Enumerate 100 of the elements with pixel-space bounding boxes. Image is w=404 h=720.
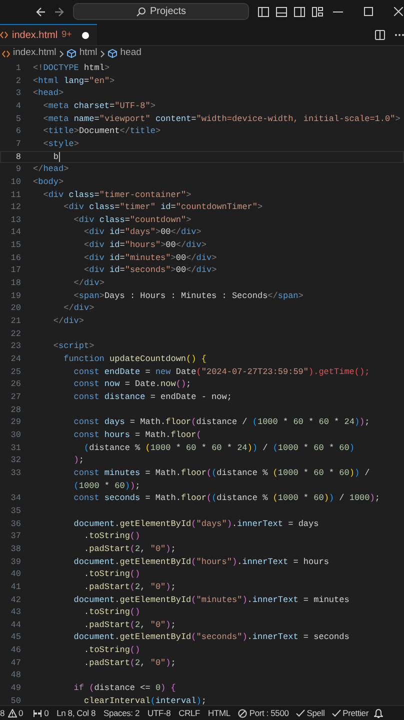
breadcrumb-item[interactable]: html	[79, 46, 98, 61]
line-number: 19	[10, 290, 21, 301]
line-number: 35	[10, 506, 21, 516]
code-line: .toString()	[83, 606, 140, 619]
maximize-icon[interactable]	[364, 7, 373, 16]
line-number: 33	[10, 468, 21, 478]
status-item[interactable]: 8	[0, 706, 5, 720]
line-number: 45	[10, 632, 21, 642]
code-line: (distance % (1000 * 60 * 60 * 24)) / (1000 * 60 * 60)	[83, 442, 354, 454]
code-line: clearInterval(interval);	[83, 694, 206, 705]
line-number: 47	[10, 658, 21, 668]
line-number: 37	[10, 531, 21, 542]
status-item[interactable]: Spaces: 2	[104, 706, 140, 720]
line-number: 46	[10, 645, 21, 656]
line-number: 29	[10, 417, 21, 428]
line-number: 13	[10, 214, 21, 225]
line-number: 44	[10, 620, 21, 630]
status-item[interactable]: Port : 5500	[249, 706, 289, 720]
line-number: 24	[10, 354, 21, 364]
status-item[interactable]: 0	[18, 706, 24, 720]
line-number: 1	[16, 62, 21, 73]
code-line: <!DOCTYPE html>	[33, 62, 110, 75]
line-number: 21	[10, 316, 21, 326]
code-line: document.getElementById("seconds").innerText = seconds	[72, 631, 350, 644]
chevron-icon	[100, 50, 106, 58]
code-line: </div>	[72, 277, 104, 290]
status-item[interactable]: 0	[44, 706, 49, 720]
line-number: 5	[16, 114, 21, 124]
line-number: 8	[16, 152, 21, 162]
line-number: 23	[10, 341, 21, 352]
code-line: .toString()	[83, 530, 140, 543]
code-line: .padStart(2, "0");	[83, 656, 176, 670]
status-item[interactable]: HTML	[208, 706, 230, 720]
search-icon	[136, 6, 146, 16]
cube-icon	[108, 49, 118, 58]
line-number: 42	[10, 594, 21, 605]
line-number: 7	[16, 138, 21, 149]
code-line: <span>Days : Hours : Minutes : Seconds</span>	[72, 290, 304, 303]
line-number: 2	[16, 76, 21, 86]
line-number: 4	[16, 100, 21, 111]
html-file-icon	[0, 31, 8, 39]
line-number: 11	[10, 190, 21, 200]
code-line: <script>	[52, 340, 94, 354]
code-line: </div>	[52, 315, 84, 328]
code-line: <div id="hours">00</div>	[83, 239, 206, 252]
line-number: 20	[10, 303, 21, 314]
status-item[interactable]: UTF-8	[148, 706, 171, 720]
code-line: .toString()	[83, 644, 140, 657]
html-file-icon	[2, 50, 10, 58]
line-number: 38	[10, 544, 21, 554]
line-number: 36	[10, 518, 21, 529]
minimize-icon[interactable]	[333, 11, 343, 13]
editor-tab[interactable]: index.html 9+	[0, 24, 97, 45]
bell-icon	[374, 708, 384, 718]
code-line: .padStart(2, "0");	[83, 542, 176, 556]
code-line: document.getElementById("minutes").innerText = minutes	[72, 594, 350, 606]
line-number: 15	[10, 240, 21, 250]
line-number: 18	[10, 278, 21, 288]
code-line: const days = Math.floor(distance / (1000 * 60 * 60 * 24));	[72, 416, 370, 430]
code-line: const endDate = new Date("2024-07-27T23:59:59").getTime();	[72, 366, 370, 378]
code-line: function updateCountdown() {	[62, 353, 206, 366]
warning-icon	[8, 708, 17, 718]
code-line: const minutes = Math.floor((distance % (1000 * 60 * 60)) /	[72, 466, 370, 480]
code-line: );	[72, 454, 84, 468]
code-line: <meta name="viewport" content="width=device-width, initial-scale=1.0">	[42, 112, 400, 126]
search-field[interactable]: Projects	[73, 3, 249, 20]
layout-grid-icon[interactable]	[312, 7, 323, 17]
line-number: 22	[10, 328, 21, 339]
check-icon	[296, 708, 305, 718]
line-number: 31	[10, 442, 21, 453]
status-item[interactable]: Ln 8, Col 8	[56, 706, 96, 720]
close-icon[interactable]	[394, 7, 403, 16]
line-number: 27	[10, 392, 21, 402]
panel-layout-icon[interactable]	[276, 7, 287, 17]
code-line: .padStart(2, "0");	[83, 580, 176, 594]
back-arrow-icon[interactable]	[36, 7, 46, 17]
breadcrumb-item[interactable]: head	[120, 46, 142, 61]
line-number: 48	[10, 670, 21, 680]
code-line: document.getElementById("days").innerText = days	[72, 518, 319, 530]
forward-arrow-icon[interactable]	[54, 7, 64, 17]
code-line: <head>	[33, 87, 64, 100]
line-number: 41	[10, 582, 21, 592]
status-item[interactable]: CRLF	[178, 706, 200, 720]
secondary-sidebar-icon[interactable]	[294, 7, 305, 17]
line-number: 16	[10, 252, 21, 263]
code-line: <div class="timer" id="countdownTimer">	[62, 201, 263, 214]
code-line: <title>Document</title>	[42, 125, 161, 138]
line-number: 3	[16, 88, 21, 98]
chevron-icon	[59, 50, 64, 58]
breadcrumb-item[interactable]: index.html	[13, 46, 56, 61]
code-line: const hours = Math.floor(	[72, 428, 202, 442]
code-line: const distance = endDate - now;	[72, 391, 232, 404]
status-item[interactable]: Spell	[306, 706, 325, 720]
line-number: 6	[16, 126, 21, 136]
status-item[interactable]: Prettier	[342, 706, 368, 720]
sidebar-layout-icon[interactable]	[258, 7, 269, 17]
line-number: 12	[10, 202, 21, 212]
line-number: 39	[10, 556, 21, 567]
line-number: 14	[10, 227, 21, 238]
split-editor-icon[interactable]	[375, 30, 385, 40]
